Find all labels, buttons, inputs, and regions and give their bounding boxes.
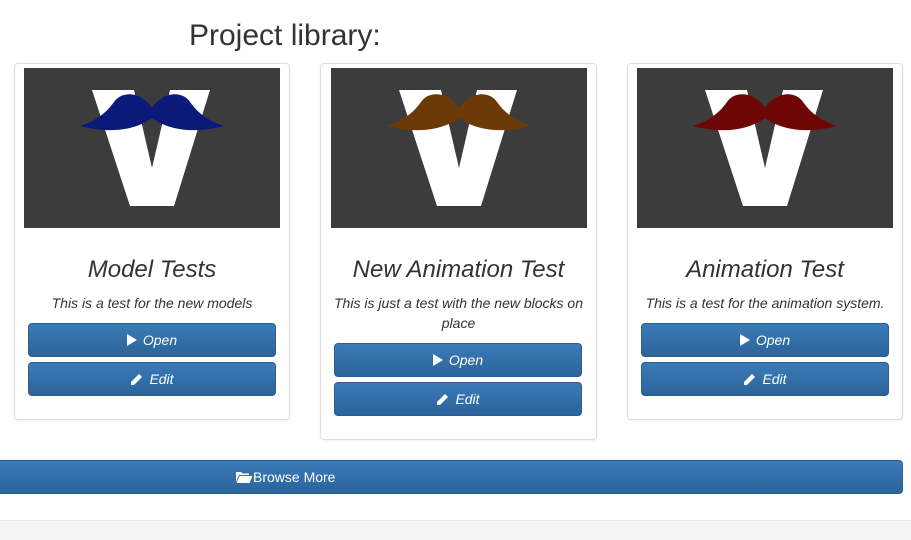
project-card: New Animation Test This is just a test w… (320, 63, 597, 440)
edit-button[interactable]: Edit (334, 382, 582, 416)
project-title[interactable]: Animation Test (628, 254, 902, 286)
project-card: Model Tests This is a test for the new m… (14, 63, 290, 420)
open-button-label: Open (448, 352, 484, 368)
play-icon (126, 334, 137, 346)
pencil-icon (130, 373, 143, 386)
page-title: Project library: (189, 19, 381, 52)
open-button[interactable]: Open (641, 323, 889, 357)
project-description: This is a test for the animation system. (645, 295, 885, 311)
edit-button-label: Edit (455, 391, 480, 407)
project-thumbnail[interactable] (637, 68, 893, 228)
project-card: Animation Test This is a test for the an… (627, 63, 903, 420)
open-button[interactable]: Open (28, 323, 276, 357)
open-button-label: Open (142, 332, 178, 348)
project-title[interactable]: Model Tests (15, 254, 289, 286)
folder-open-icon (235, 470, 253, 484)
project-description: This is just a test with the new blocks … (334, 295, 583, 331)
browse-more-button[interactable]: Browse More (0, 460, 903, 494)
open-button-label: Open (755, 332, 791, 348)
pencil-icon (743, 373, 756, 386)
play-icon (432, 354, 443, 366)
browse-more-label: Browse More (253, 469, 336, 485)
project-thumbnail[interactable] (331, 68, 587, 228)
open-button[interactable]: Open (334, 343, 582, 377)
project-description: This is a test for the new models (51, 295, 253, 311)
project-title[interactable]: New Animation Test (321, 254, 596, 286)
project-thumbnail[interactable] (24, 68, 280, 228)
edit-button[interactable]: Edit (641, 362, 889, 396)
edit-button-label: Edit (149, 371, 174, 387)
footer-bar (0, 520, 911, 540)
play-icon (739, 334, 750, 346)
edit-button-label: Edit (762, 371, 787, 387)
pencil-icon (436, 393, 449, 406)
edit-button[interactable]: Edit (28, 362, 276, 396)
